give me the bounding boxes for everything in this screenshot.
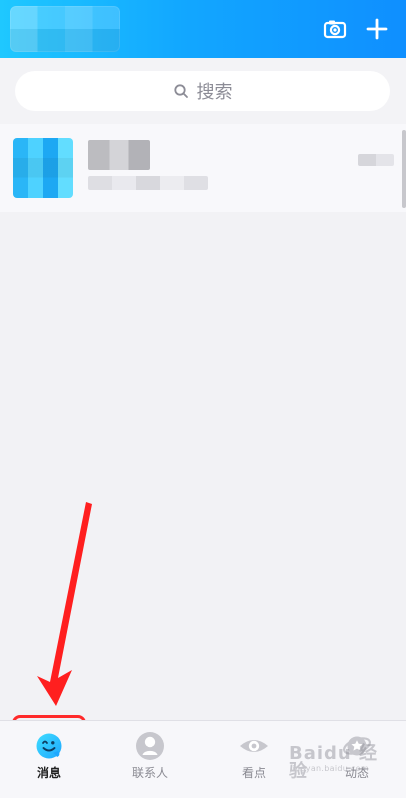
scroll-indicator [402, 130, 406, 208]
contacts-icon [135, 731, 165, 765]
conversation-avatar [13, 138, 73, 198]
eye-icon [237, 731, 271, 765]
watermark: Baidu 经验 jingyan.baidu.com [289, 745, 394, 781]
tab-contacts-label: 联系人 [131, 766, 168, 780]
search-placeholder: 搜索 [196, 82, 233, 103]
tab-contacts[interactable]: 联系人 [101, 721, 199, 798]
profile-avatar[interactable] [10, 6, 120, 52]
watermark-text: Baidu 经验 [289, 743, 379, 782]
add-button[interactable] [360, 12, 394, 46]
search-icon [173, 84, 188, 98]
top-header [0, 0, 406, 58]
red-arrow-annotation [37, 502, 92, 706]
watermark-url: jingyan.baidu.com [290, 764, 369, 773]
camera-icon [323, 20, 347, 39]
conversation-time-blurred [358, 154, 394, 166]
messages-icon [34, 731, 64, 765]
search-bar[interactable]: 搜索 [15, 71, 390, 111]
conversation-list [0, 124, 406, 212]
tab-messages[interactable]: 消息 [0, 721, 98, 798]
conversation-title-blurred [88, 140, 150, 170]
search-area: 搜索 [0, 58, 406, 124]
tab-messages-label: 消息 [36, 766, 61, 780]
plus-icon [366, 18, 388, 40]
conversation-preview-blurred [88, 176, 208, 190]
camera-button[interactable] [318, 12, 352, 46]
conversation-item[interactable] [0, 124, 406, 212]
